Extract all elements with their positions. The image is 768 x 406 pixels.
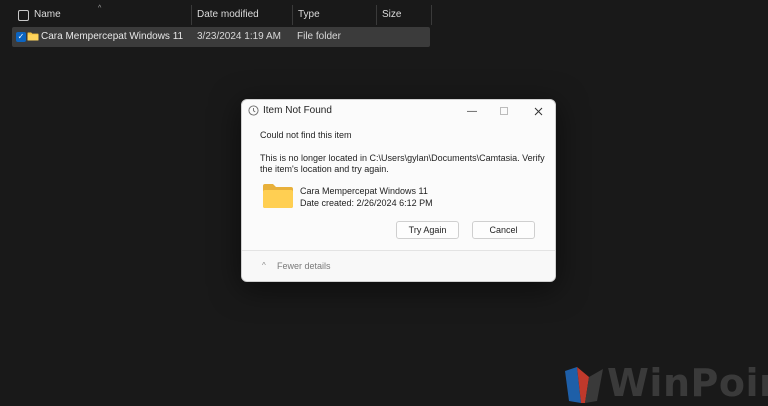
row-checkbox-checked-icon[interactable]: ✓ [16, 32, 26, 42]
column-header-date-label: Date modified [197, 9, 259, 20]
minimize-button[interactable]: — [456, 100, 488, 122]
column-header-date-modified[interactable]: Date modified [192, 5, 293, 25]
dialog-title: Item Not Found [263, 105, 332, 116]
column-header-size-label: Size [382, 9, 402, 20]
dialog-footer: ^ Fewer details [242, 250, 555, 281]
dialog-heading: Could not find this item [260, 130, 352, 140]
fewer-details-toggle[interactable]: Fewer details [277, 261, 331, 271]
sort-ascending-icon: ^ [98, 5, 102, 12]
dialog-message: This is no longer located in C:\Users\gy… [260, 153, 545, 174]
file-explorer-window: ^ Name Date modified Type Size ✓ Cara Me… [0, 0, 768, 406]
maximize-button [488, 100, 520, 122]
dialog-titlebar[interactable]: Item Not Found — [242, 100, 555, 122]
missing-item-date: Date created: 2/26/2024 6:12 PM [300, 198, 433, 208]
close-button[interactable] [522, 100, 554, 122]
file-row[interactable]: ✓ Cara Mempercepat Windows 11 3/23/2024 … [12, 27, 430, 47]
dialog-app-icon [248, 105, 259, 116]
column-header-name[interactable]: ^ Name [12, 5, 192, 25]
cancel-button[interactable]: Cancel [472, 221, 535, 239]
chevron-up-icon[interactable]: ^ [262, 261, 266, 270]
try-again-button[interactable]: Try Again [396, 221, 459, 239]
watermark-text: WinPoin [607, 361, 768, 405]
close-icon [534, 107, 542, 115]
missing-item-name: Cara Mempercepat Windows 11 [300, 186, 428, 196]
column-header-type[interactable]: Type [293, 5, 377, 25]
folder-icon [27, 32, 39, 41]
winpoin-watermark: WinPoin [561, 361, 768, 406]
row-file-name: Cara Mempercepat Windows 11 [41, 31, 184, 42]
column-header-size[interactable]: Size [377, 5, 432, 25]
winpoin-logo-icon [565, 367, 603, 403]
item-not-found-dialog: Item Not Found — Could not find this ite… [241, 99, 556, 282]
column-header-name-label: Name [34, 9, 61, 20]
maximize-icon [500, 107, 508, 115]
missing-item-info: Cara Mempercepat Windows 11 Date created… [260, 181, 545, 211]
folder-large-icon [263, 184, 293, 208]
row-type: File folder [297, 31, 341, 42]
column-header-bar: ^ Name Date modified Type Size [12, 5, 432, 25]
minimize-icon: — [467, 105, 477, 117]
row-date-modified: 3/23/2024 1:19 AM [197, 31, 281, 42]
select-all-checkbox[interactable] [18, 10, 29, 21]
column-header-type-label: Type [298, 9, 320, 20]
